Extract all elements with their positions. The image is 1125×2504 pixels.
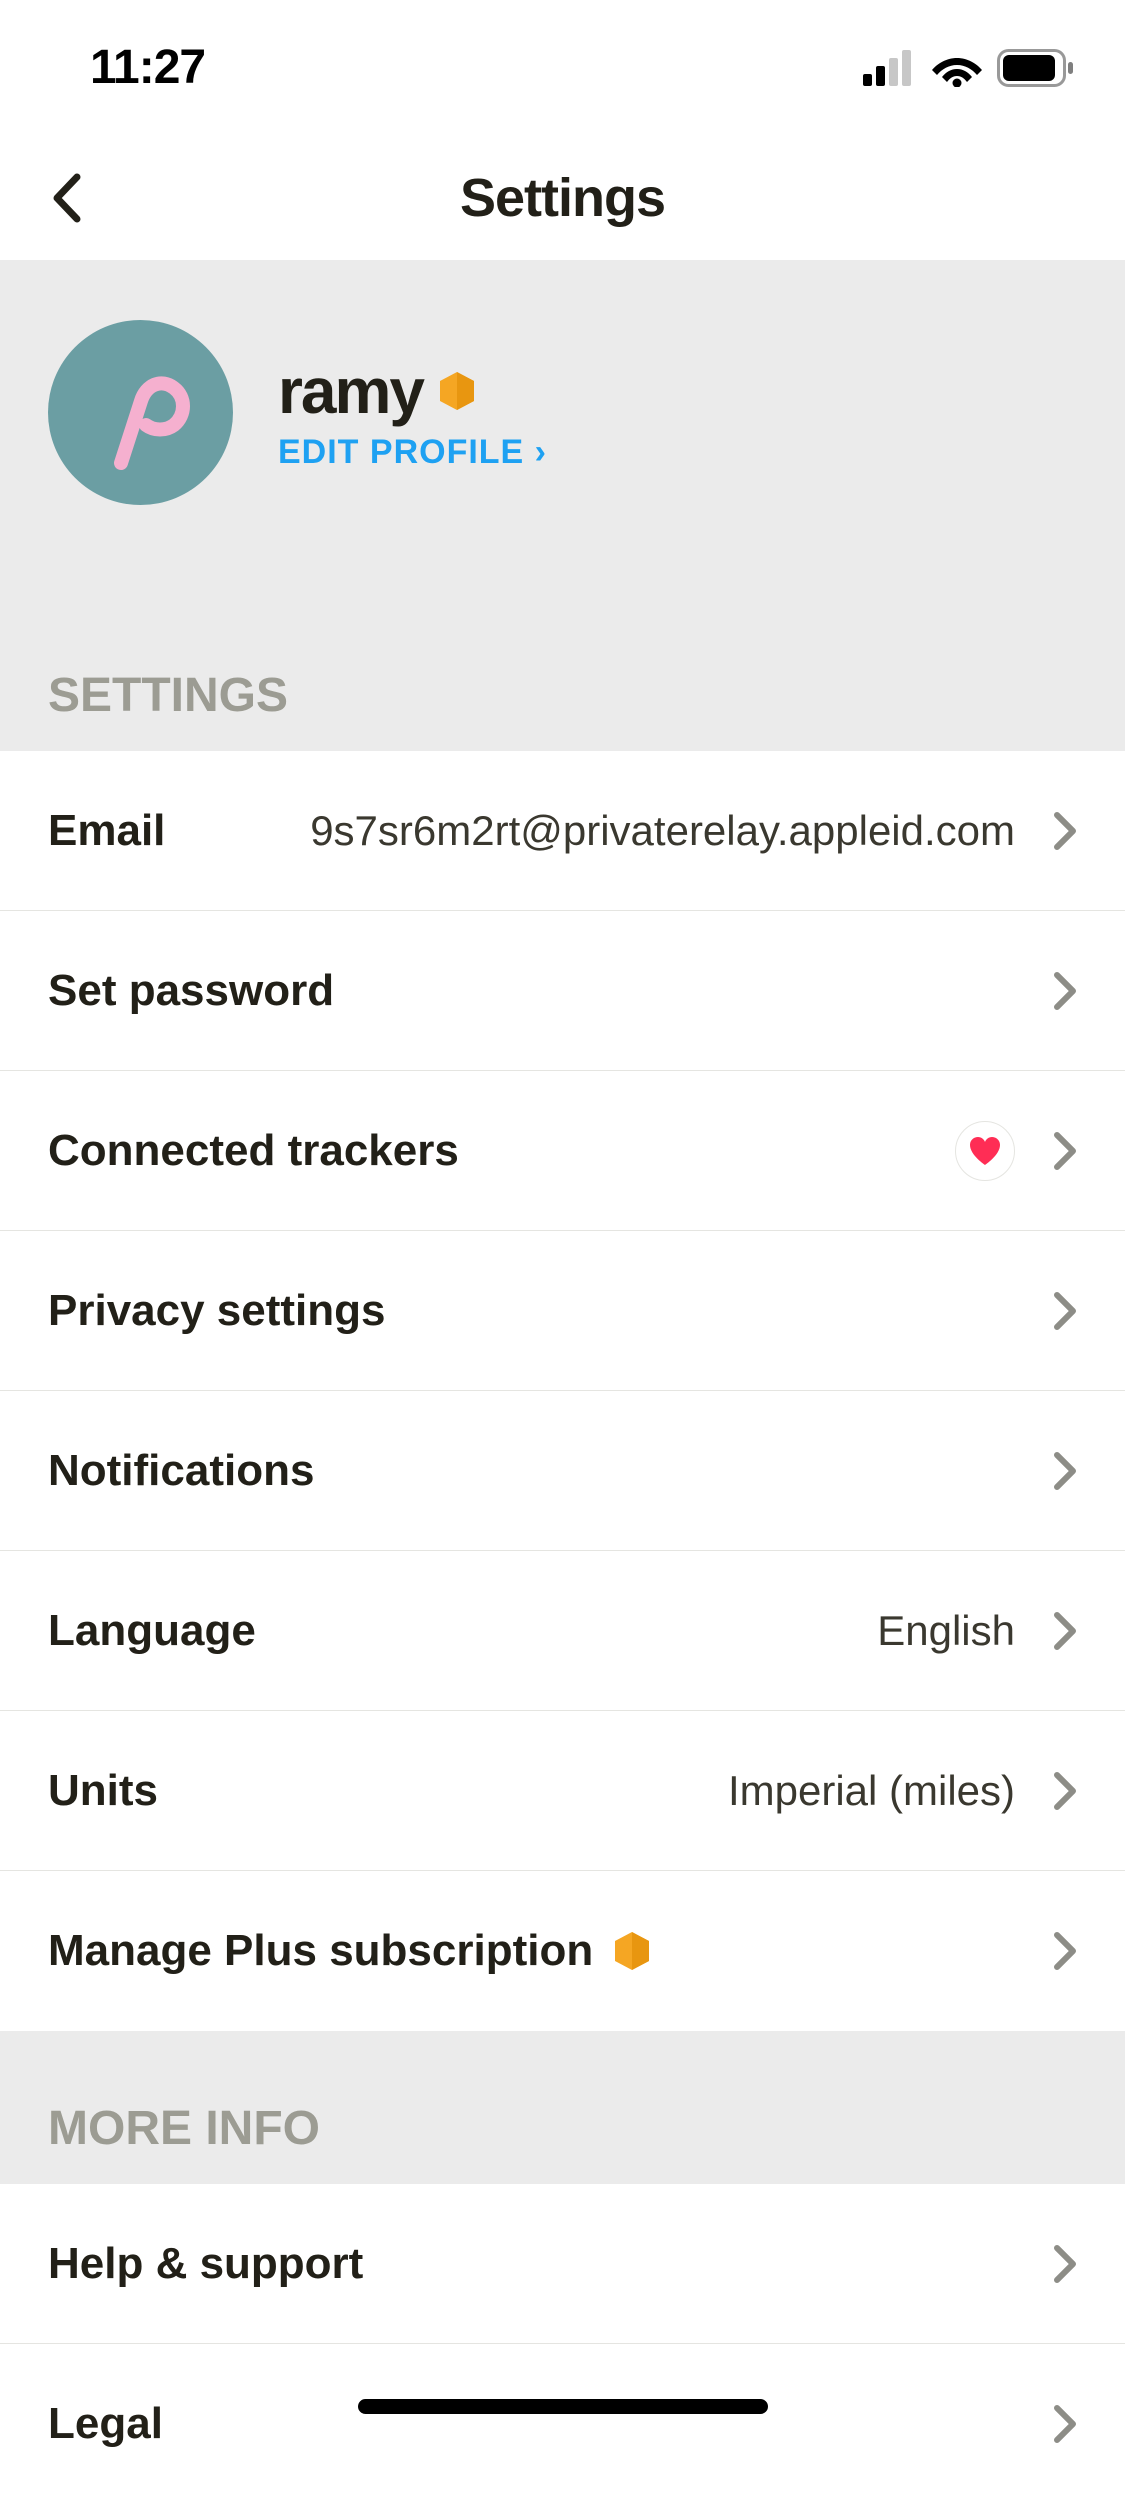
- header: Settings: [0, 135, 1125, 260]
- row-set-password[interactable]: Set password: [0, 911, 1125, 1071]
- row-email[interactable]: Email 9s7sr6m2rt@privaterelay.appleid.co…: [0, 751, 1125, 911]
- row-label: Legal: [48, 2399, 163, 2449]
- row-label: Connected trackers: [48, 1126, 459, 1176]
- chevron-right-icon: [1053, 1451, 1077, 1491]
- row-connected-trackers[interactable]: Connected trackers: [0, 1071, 1125, 1231]
- home-indicator[interactable]: [358, 2399, 768, 2414]
- profile-name: ramy: [278, 354, 423, 428]
- status-time: 11:27: [90, 40, 205, 95]
- profile-name-row: ramy: [278, 354, 547, 428]
- row-privacy[interactable]: Privacy settings: [0, 1231, 1125, 1391]
- row-value: English: [877, 1607, 1015, 1655]
- avatar-logo-icon: [86, 353, 196, 473]
- section-header-more-info: MORE INFO: [0, 2031, 1125, 2184]
- health-badge: [955, 1121, 1015, 1181]
- chevron-right-icon: [1053, 1771, 1077, 1811]
- page-title: Settings: [460, 167, 665, 229]
- row-manage-plus[interactable]: Manage Plus subscription: [0, 1871, 1125, 2031]
- chevron-left-icon: [51, 173, 81, 223]
- section-header-label: MORE INFO: [48, 2101, 1077, 2156]
- row-label: Language: [48, 1606, 256, 1656]
- row-value: Imperial (miles): [728, 1767, 1015, 1815]
- edit-profile-link[interactable]: EDIT PROFILE ›: [278, 433, 547, 472]
- heart-icon: [968, 1136, 1002, 1166]
- chevron-right-icon: [1053, 811, 1077, 851]
- row-language[interactable]: Language English: [0, 1551, 1125, 1711]
- section-header-label: SETTINGS: [48, 668, 1077, 723]
- battery-icon: [997, 49, 1075, 87]
- avatar[interactable]: [48, 320, 233, 505]
- profile-row: ramy EDIT PROFILE ›: [48, 320, 1077, 505]
- settings-list: Email 9s7sr6m2rt@privaterelay.appleid.co…: [0, 751, 1125, 2031]
- chevron-right-icon: [1053, 2404, 1077, 2444]
- row-value: 9s7sr6m2rt@privaterelay.appleid.com: [310, 807, 1015, 855]
- status-icons: [863, 49, 1075, 87]
- row-label: Units: [48, 1766, 158, 1816]
- section-header-settings: SETTINGS: [0, 540, 1125, 751]
- row-units[interactable]: Units Imperial (miles): [0, 1711, 1125, 1871]
- chevron-right-icon: [1053, 971, 1077, 1011]
- row-label: Privacy settings: [48, 1286, 386, 1336]
- status-bar: 11:27: [0, 0, 1125, 135]
- chevron-right-icon: [1053, 1291, 1077, 1331]
- back-button[interactable]: [36, 168, 96, 228]
- row-label: Email: [48, 806, 165, 856]
- profile-text: ramy EDIT PROFILE ›: [278, 354, 547, 472]
- row-label: Help & support: [48, 2239, 363, 2289]
- chevron-right-icon: [1053, 1131, 1077, 1171]
- row-label: Notifications: [48, 1446, 314, 1496]
- more-info-list: Help & support Legal: [0, 2184, 1125, 2504]
- row-help[interactable]: Help & support: [0, 2184, 1125, 2344]
- chevron-right-icon: [1053, 1931, 1077, 1971]
- profile-section: ramy EDIT PROFILE ›: [0, 260, 1125, 540]
- row-label: Set password: [48, 966, 334, 1016]
- cellular-icon: [863, 50, 917, 86]
- plus-badge-icon: [438, 370, 476, 412]
- wifi-icon: [932, 49, 982, 87]
- chevron-right-icon: [1053, 2244, 1077, 2284]
- row-legal[interactable]: Legal: [0, 2344, 1125, 2504]
- row-label: Manage Plus subscription: [48, 1926, 593, 1976]
- chevron-right-icon: [1053, 1611, 1077, 1651]
- plus-badge-icon: [613, 1930, 651, 1972]
- row-notifications[interactable]: Notifications: [0, 1391, 1125, 1551]
